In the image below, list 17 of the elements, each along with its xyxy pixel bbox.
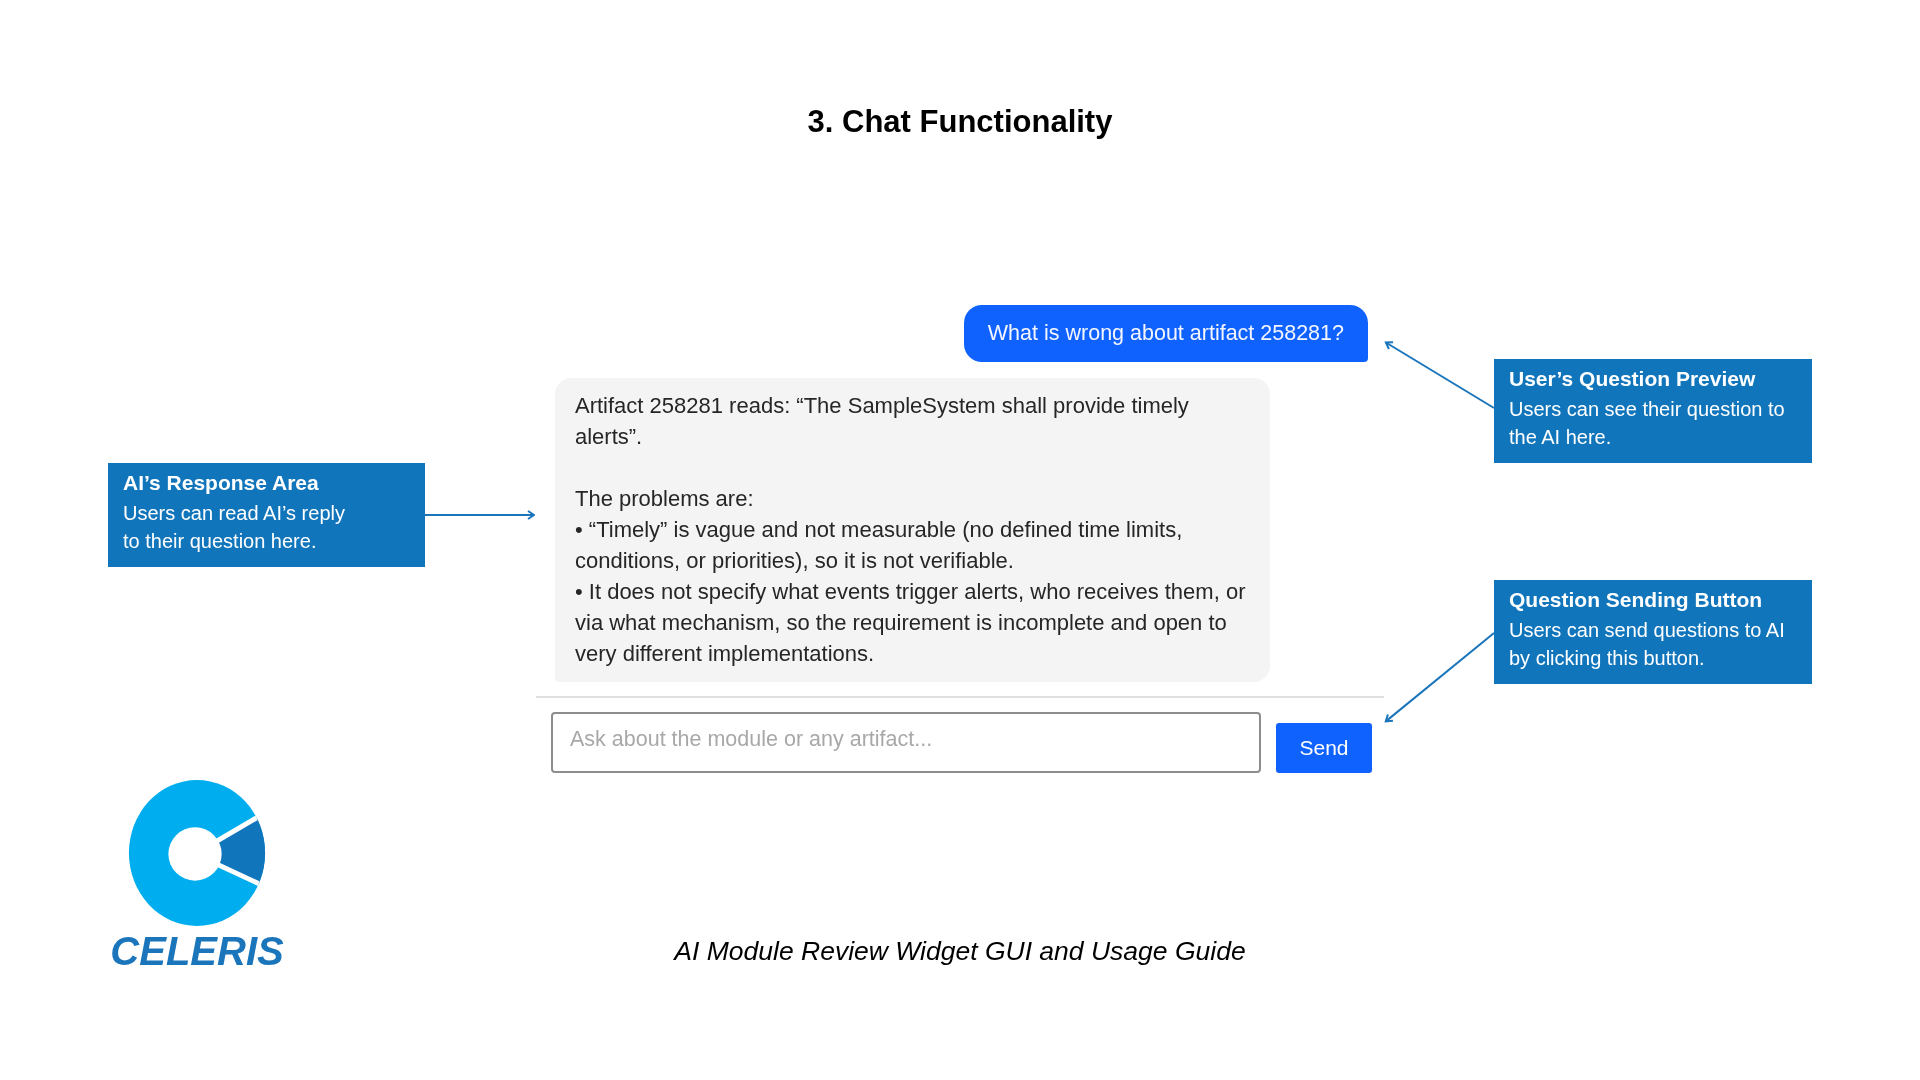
brand-name: CELERIS [110,931,284,971]
callout-title: User’s Question Preview [1509,367,1757,391]
bullet-item: • It does not specify what events trigger alerts, who receives them, or via what mechanism, so the requirement is incomplete and open to very different implementations. [575,578,1247,668]
callout-text: Users can send questions to AI by clicking this button. [1509,618,1786,671]
response-text: Artifact 258281 reads: “The SampleSystem shall provide timely alerts”. [575,392,1190,451]
send-button[interactable]: Send [1276,723,1372,773]
callout-title: AI’s Response Area [123,471,320,495]
slide-title: 3. Chat Functionality [807,103,1113,140]
bullet-item: • “Timely” is vague and not measurable (no defined time limits, conditions, or priorities), so it is not verifiable. [575,516,1184,575]
callout-text: Users can see their question to the AI here. [1509,397,1786,450]
message-input[interactable]: Ask about the module or any artifact... [551,712,1261,773]
callout-title: Question Sending Button [1509,588,1764,612]
slide-caption: AI Module Review Widget GUI and Usage Guide [674,936,1246,967]
callout-text: Users can read AI’s reply to their question here. [123,501,346,554]
logo-icon [127,779,267,927]
response-text: The problems are: [575,485,755,513]
question-bubble: What is wrong about artifact 258281? [963,305,1368,362]
